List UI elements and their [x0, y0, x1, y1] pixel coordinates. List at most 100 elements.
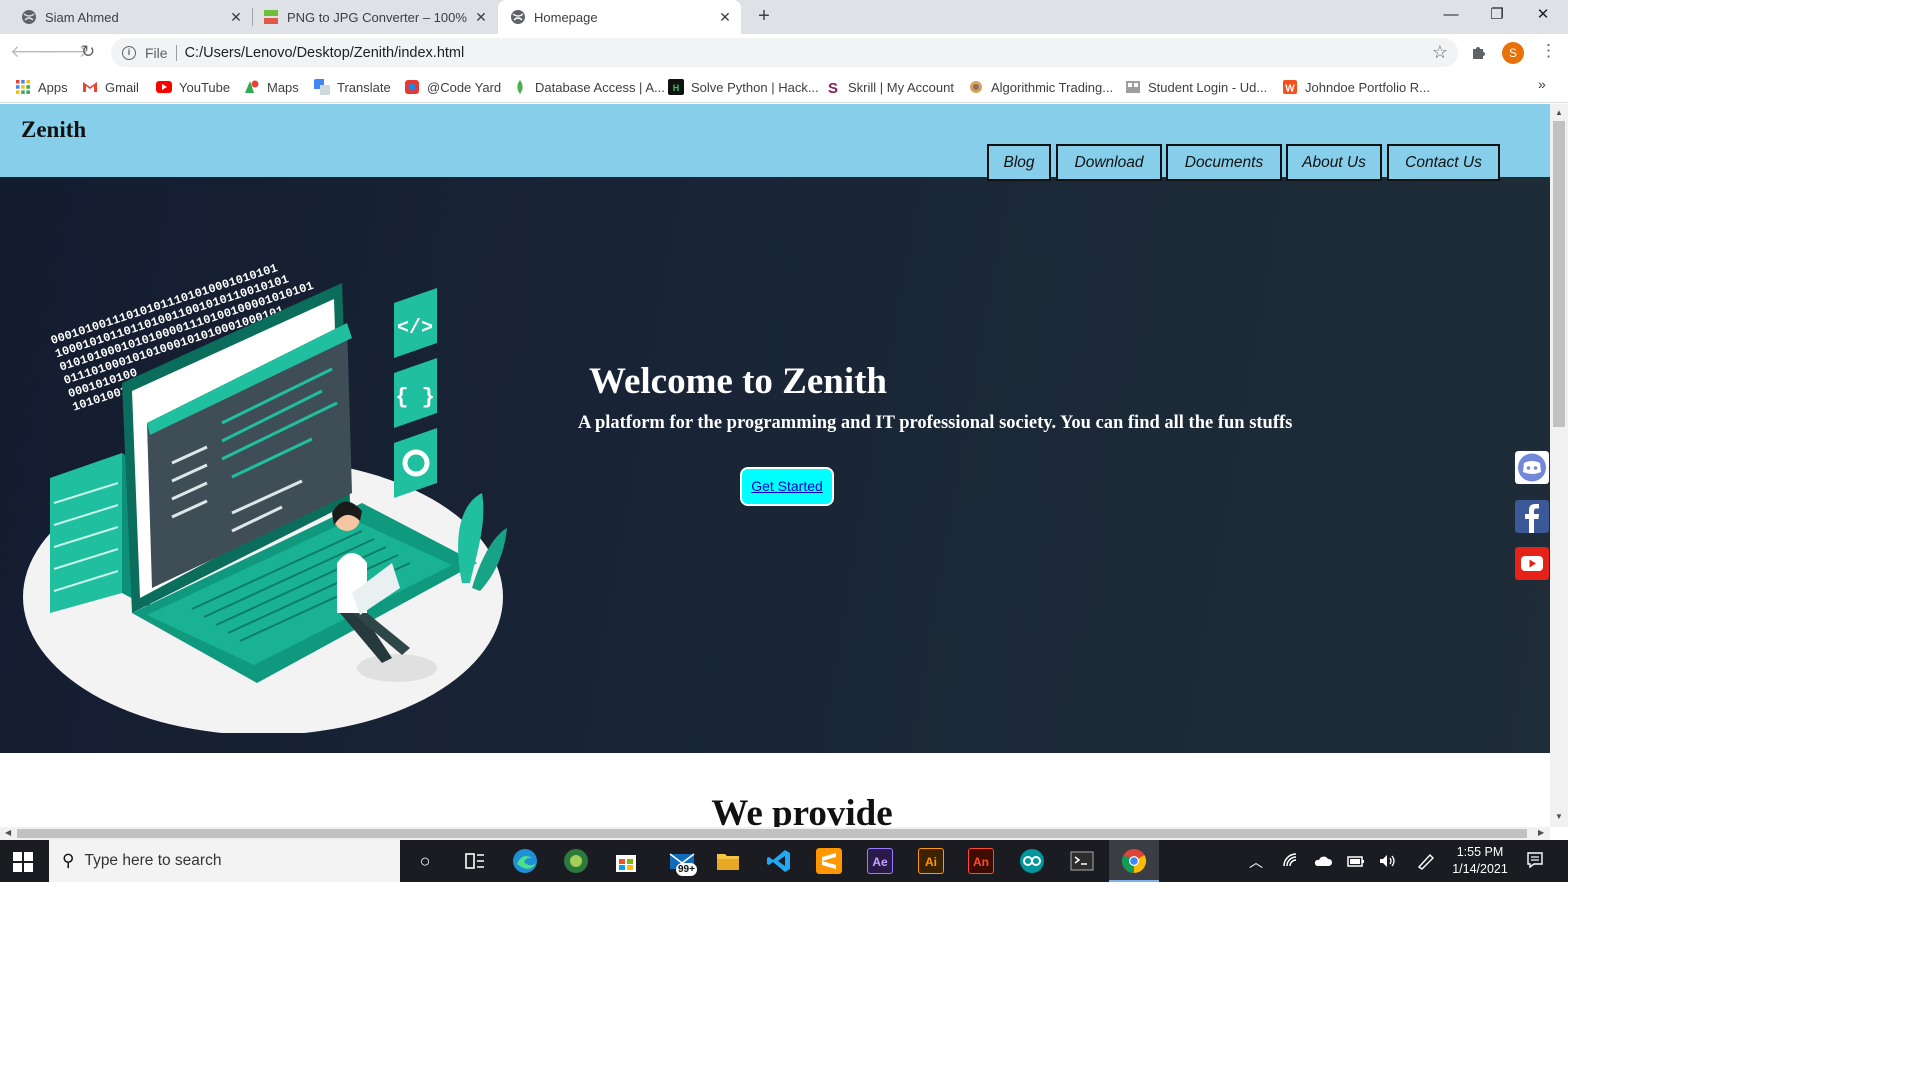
horizontal-scrollbar[interactable]: ◀ ▶ — [0, 827, 1550, 840]
scrollbar-thumb[interactable] — [17, 829, 1527, 838]
clock-time: 1:55 PM — [1456, 845, 1504, 859]
illustrator-icon[interactable]: Ai — [918, 848, 944, 874]
vertical-scrollbar[interactable]: ▲ ▼ — [1550, 104, 1568, 827]
divider — [175, 44, 177, 61]
nav-contact-us[interactable]: Contact Us — [1387, 144, 1500, 181]
scroll-down-arrow[interactable]: ▼ — [1555, 812, 1563, 821]
edge-dev-icon[interactable] — [563, 848, 589, 874]
arduino-icon[interactable] — [1019, 848, 1045, 874]
edge-icon[interactable] — [512, 848, 538, 874]
info-icon[interactable]: i — [122, 45, 136, 60]
hero-section: 000101001110101011101010001010101 100010… — [0, 177, 1550, 753]
scroll-right-arrow[interactable]: ▶ — [1538, 828, 1544, 837]
bookmark-youtube[interactable]: YouTube — [156, 77, 230, 97]
bookmark-gmail[interactable]: Gmail — [82, 77, 139, 97]
page-viewport: Zenith Blog Download Documents About Us … — [0, 104, 1550, 827]
window-close-button[interactable]: ✕ — [1520, 0, 1566, 32]
cortana-icon[interactable]: ○ — [412, 848, 438, 874]
battery-icon[interactable] — [1346, 852, 1366, 870]
braces-float-icon: { } — [394, 358, 437, 428]
reload-button[interactable]: ↻ — [76, 40, 100, 64]
vscode-icon[interactable] — [766, 848, 792, 874]
back-button[interactable]: 🡐 — [10, 40, 56, 64]
bookmark-skrill[interactable]: S Skrill | My Account — [825, 77, 954, 97]
bookmark-label: YouTube — [179, 79, 231, 95]
bookmark-hackerrank[interactable]: H Solve Python | Hack... — [668, 77, 819, 97]
maps-icon — [245, 80, 259, 93]
url-text[interactable]: C:/Users/Lenovo/Desktop/Zenith/index.htm… — [185, 45, 465, 61]
terminal-icon[interactable] — [1069, 848, 1095, 874]
bookmark-label: Johndoe Portfolio R... — [1305, 79, 1431, 95]
nav-documents[interactable]: Documents — [1166, 144, 1282, 181]
png-jpg-icon — [264, 10, 278, 24]
skrill-icon: S — [828, 80, 838, 95]
system-clock[interactable]: 1:55 PM 1/14/2021 — [1448, 844, 1512, 878]
browser-toolbar: 🡐 🡒 ↻ i File C:/Users/Lenovo/Desktop/Zen… — [0, 34, 1568, 71]
globe-icon — [22, 10, 36, 24]
facebook-icon[interactable] — [1515, 500, 1549, 533]
tab-title: Homepage — [534, 9, 598, 25]
bookmark-star-icon[interactable]: ☆ — [1432, 42, 1448, 63]
minimize-button[interactable]: — — [1428, 0, 1474, 32]
extensions-puzzle-icon[interactable] — [1470, 43, 1488, 61]
scroll-up-arrow[interactable]: ▲ — [1555, 108, 1563, 117]
windows-start-icon[interactable] — [13, 852, 33, 872]
onedrive-cloud-icon[interactable] — [1313, 852, 1333, 870]
animate-icon[interactable]: An — [968, 848, 994, 874]
bookmark-maps[interactable]: Maps — [244, 77, 299, 97]
file-explorer-icon[interactable] — [715, 848, 741, 874]
nav-blog[interactable]: Blog — [987, 144, 1051, 181]
tab-siam-ahmed[interactable]: Siam Ahmed ✕ — [0, 0, 252, 34]
gear-float-icon — [394, 428, 437, 498]
site-brand[interactable]: Zenith — [21, 117, 86, 143]
maximize-button[interactable]: ❐ — [1474, 0, 1520, 32]
scrollbar-thumb[interactable] — [1553, 121, 1565, 427]
nav-download[interactable]: Download — [1056, 144, 1162, 181]
new-tab-button[interactable]: + — [752, 5, 776, 29]
chrome-taskbar-button[interactable] — [1109, 840, 1159, 882]
close-icon[interactable]: ✕ — [471, 9, 491, 26]
apps-grid-icon — [16, 80, 30, 94]
close-icon[interactable]: ✕ — [715, 9, 735, 26]
task-view-icon[interactable] — [462, 848, 488, 874]
mongodb-leaf-icon — [517, 80, 523, 94]
action-center-icon[interactable] — [1526, 851, 1544, 869]
bookmark-label: Maps — [267, 79, 299, 95]
get-started-button[interactable]: Get Started — [740, 467, 834, 506]
svg-text:S: S — [828, 80, 838, 95]
tab-title: Siam Ahmed — [45, 9, 119, 25]
bookmark-code-yard[interactable]: @Code Yard — [404, 77, 501, 97]
scroll-left-arrow[interactable]: ◀ — [5, 828, 11, 837]
discord-icon[interactable] — [1515, 451, 1549, 484]
close-icon[interactable]: ✕ — [226, 9, 246, 26]
mail-unread-badge: 99+ — [676, 863, 697, 876]
after-effects-icon[interactable]: Ae — [867, 848, 893, 874]
store-icon[interactable] — [613, 848, 639, 874]
tab-homepage[interactable]: Homepage ✕ — [498, 0, 741, 34]
bookmark-apps[interactable]: Apps — [15, 77, 68, 97]
bookmark-algorithmic-trading[interactable]: Algorithmic Trading... — [968, 77, 1113, 97]
menu-kebab-icon[interactable]: ⋮ — [1540, 41, 1557, 61]
mail-icon[interactable]: 99+ — [664, 848, 700, 876]
show-hidden-icons-button[interactable]: ︿ — [1249, 852, 1263, 872]
bookmarks-overflow-button[interactable]: » — [1538, 76, 1546, 92]
youtube-icon[interactable] — [1515, 547, 1549, 580]
tab-png-to-jpg[interactable]: PNG to JPG Converter – 100% Free ✕ — [253, 0, 497, 34]
address-bar[interactable]: i File C:/Users/Lenovo/Desktop/Zenith/in… — [111, 38, 1458, 67]
bookmark-database-access[interactable]: Database Access | A... — [512, 77, 665, 97]
profile-avatar[interactable]: S — [1502, 42, 1524, 64]
hero-title: Welcome to Zenith — [589, 361, 888, 402]
tab-title: PNG to JPG Converter – 100% Free — [287, 9, 471, 25]
bookmark-student-login[interactable]: Student Login - Ud... — [1125, 77, 1267, 97]
wifi-icon[interactable] — [1282, 852, 1300, 870]
sublime-icon[interactable] — [816, 848, 842, 874]
forward-button[interactable]: 🡒 — [43, 40, 89, 64]
bookmark-translate[interactable]: Translate — [314, 77, 391, 97]
trading-icon — [970, 81, 982, 93]
bookmark-johndoe-portfolio[interactable]: W Johndoe Portfolio R... — [1282, 77, 1430, 97]
svg-text:{ }: { } — [395, 385, 435, 410]
nav-about-us[interactable]: About Us — [1286, 144, 1382, 181]
volume-icon[interactable] — [1378, 852, 1398, 870]
pen-workspace-icon[interactable] — [1416, 852, 1436, 870]
taskbar-search[interactable]: ⚲ Type here to search — [49, 840, 400, 882]
